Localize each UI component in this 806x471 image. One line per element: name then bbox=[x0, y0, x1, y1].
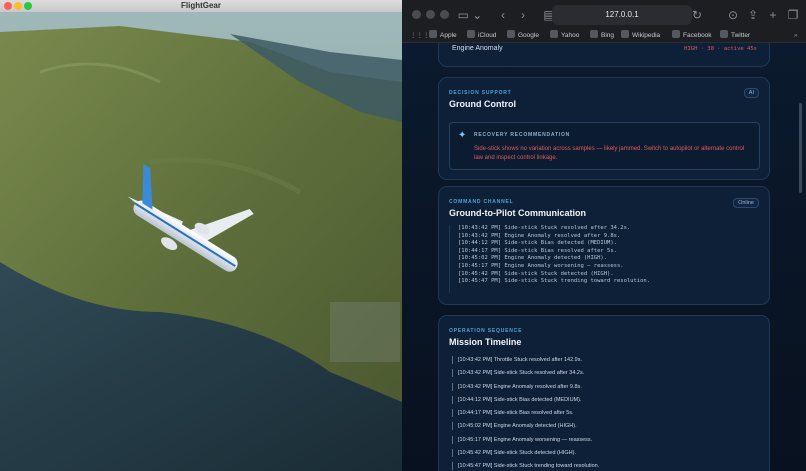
x-icon bbox=[720, 30, 728, 38]
bookmark-twitter[interactable]: Twitter bbox=[720, 29, 750, 42]
log-line: [10:44:17 PM] Side-stick Bias resolved a… bbox=[458, 247, 617, 254]
status-badge: Online bbox=[733, 198, 759, 208]
grid-icon[interactable]: ⋮⋮⋮ bbox=[410, 29, 430, 42]
flightgear-window: FlightGear bbox=[0, 0, 402, 471]
mission-timeline-card: OPERATION SEQUENCE Mission Timeline [10:… bbox=[438, 315, 770, 471]
bookmark-apple[interactable]: Apple bbox=[429, 29, 457, 42]
anomaly-label: Engine Anomaly bbox=[452, 45, 503, 52]
card-title: Ground-to-Pilot Communication bbox=[449, 208, 586, 218]
zoom-window-button[interactable] bbox=[440, 10, 449, 19]
decision-support-card: DECISION SUPPORT Ground Control AI ✦ REC… bbox=[438, 77, 770, 180]
communication-log[interactable]: [10:43:42 PM] Side-stick Stuck resolved … bbox=[449, 225, 760, 293]
browser-toolbar: ▭ ⌄ ‹ › ▤ 127.0.0.1 ↻ ⊙ ⇪ + ❐ bbox=[402, 0, 806, 29]
recommendation-text: Side-stick shows no variation across sam… bbox=[474, 146, 745, 161]
bookmark-google[interactable]: Google bbox=[507, 29, 539, 42]
window-title: FlightGear bbox=[180, 1, 221, 10]
timeline-item: [10:45:42 PM] Side-stick Stuck detected … bbox=[449, 449, 760, 462]
back-icon[interactable]: ‹ bbox=[494, 6, 512, 24]
timeline-item: [10:45:47 PM] Side-stick Stuck trending … bbox=[449, 462, 760, 471]
forward-icon[interactable]: › bbox=[514, 6, 532, 24]
timeline-item: [10:45:02 PM] Engine Anomaly detected (H… bbox=[449, 422, 760, 435]
share-icon[interactable]: ⇪ bbox=[744, 6, 762, 24]
bookmark-wikipedia[interactable]: Wikipedia bbox=[621, 29, 660, 42]
timeline-item: [10:43:42 PM] Engine Anomaly resolved af… bbox=[449, 382, 760, 396]
sidebar-toggle-icon[interactable]: ▭ ⌄ bbox=[456, 6, 484, 24]
bookmark-yahoo[interactable]: Yahoo bbox=[550, 29, 579, 42]
bing-icon bbox=[590, 30, 598, 38]
timeline-item: [10:43:42 PM] Side-stick Stuck resolved … bbox=[449, 369, 760, 382]
wikipedia-icon bbox=[621, 30, 629, 38]
new-tab-icon[interactable]: + bbox=[764, 6, 782, 24]
address-bar[interactable]: 127.0.0.1 bbox=[552, 5, 692, 25]
recovery-recommendation: ✦ RECOVERY RECOMMENDATION Side-stick sho… bbox=[449, 122, 760, 170]
ai-badge: AI bbox=[743, 88, 759, 98]
bookmark-facebook[interactable]: Facebook bbox=[672, 29, 712, 42]
section-eyebrow: COMMAND CHANNEL bbox=[449, 199, 514, 205]
anomaly-card: Engine Anomaly HIGH · 30 · active 45s bbox=[438, 43, 770, 67]
section-eyebrow: DECISION SUPPORT bbox=[449, 90, 512, 96]
log-line: [10:43:42 PM] Side-stick Stuck resolved … bbox=[458, 225, 631, 231]
reload-icon[interactable]: ↻ bbox=[688, 6, 706, 24]
downloads-icon[interactable]: ⊙ bbox=[724, 6, 742, 24]
timeline-list[interactable]: [10:43:42 PM] Throttle Stuck resolved af… bbox=[449, 356, 760, 471]
timeline-item: [10:44:17 PM] Side-stick Bias resolved a… bbox=[449, 409, 760, 422]
card-title: Ground Control bbox=[449, 99, 516, 109]
bookmark-icloud[interactable]: iCloud bbox=[467, 29, 496, 42]
timeline-item: [10:45:17 PM] Engine Anomaly worsening —… bbox=[449, 435, 760, 449]
recommendation-label: RECOVERY RECOMMENDATION bbox=[474, 132, 571, 138]
more-bookmarks-icon[interactable]: » bbox=[794, 29, 798, 42]
sparkle-icon: ✦ bbox=[458, 130, 467, 141]
log-line: [10:44:12 PM] Side-stick Bias detected (… bbox=[458, 240, 617, 247]
icloud-icon bbox=[467, 30, 475, 38]
flight-simulator-viewport[interactable] bbox=[0, 12, 402, 471]
favorites-bar: ⋮⋮⋮ Apple iCloud Google Yahoo Bing Wikip… bbox=[402, 29, 806, 43]
yahoo-icon bbox=[550, 30, 558, 38]
close-window-button[interactable] bbox=[412, 10, 421, 19]
log-line: [10:45:47 PM] Side-stick Stuck trending … bbox=[458, 278, 651, 285]
log-line: [10:43:42 PM] Engine Anomaly resolved af… bbox=[458, 232, 621, 239]
minimize-window-button[interactable] bbox=[426, 10, 435, 19]
apple-icon bbox=[429, 30, 437, 38]
google-icon bbox=[507, 30, 515, 38]
web-page: Engine Anomaly HIGH · 30 · active 45s DE… bbox=[402, 43, 806, 471]
section-eyebrow: OPERATION SEQUENCE bbox=[449, 328, 523, 334]
facebook-icon bbox=[672, 30, 680, 38]
log-line: [10:45:17 PM] Engine Anomaly worsening —… bbox=[458, 262, 624, 269]
anomaly-status: HIGH · 30 · active 45s bbox=[684, 46, 757, 52]
card-title: Mission Timeline bbox=[449, 337, 522, 347]
timeline-item: [10:44:12 PM] Side-stick Bias detected (… bbox=[449, 395, 760, 409]
browser-window: ▭ ⌄ ‹ › ▤ 127.0.0.1 ↻ ⊙ ⇪ + ❐ ⋮⋮⋮ Apple … bbox=[402, 0, 806, 471]
bookmark-bing[interactable]: Bing bbox=[590, 29, 614, 42]
command-channel-card: COMMAND CHANNEL Ground-to-Pilot Communic… bbox=[438, 186, 770, 305]
timeline-item: [10:43:42 PM] Throttle Stuck resolved af… bbox=[449, 356, 760, 369]
town-area bbox=[330, 302, 400, 362]
log-line: [10:45:02 PM] Engine Anomaly detected (H… bbox=[458, 255, 608, 262]
page-scrollbar[interactable] bbox=[799, 103, 802, 193]
tab-overview-icon[interactable]: ❐ bbox=[784, 6, 802, 24]
log-line: [10:45:42 PM] Side-stick Stuck detected … bbox=[458, 270, 614, 277]
